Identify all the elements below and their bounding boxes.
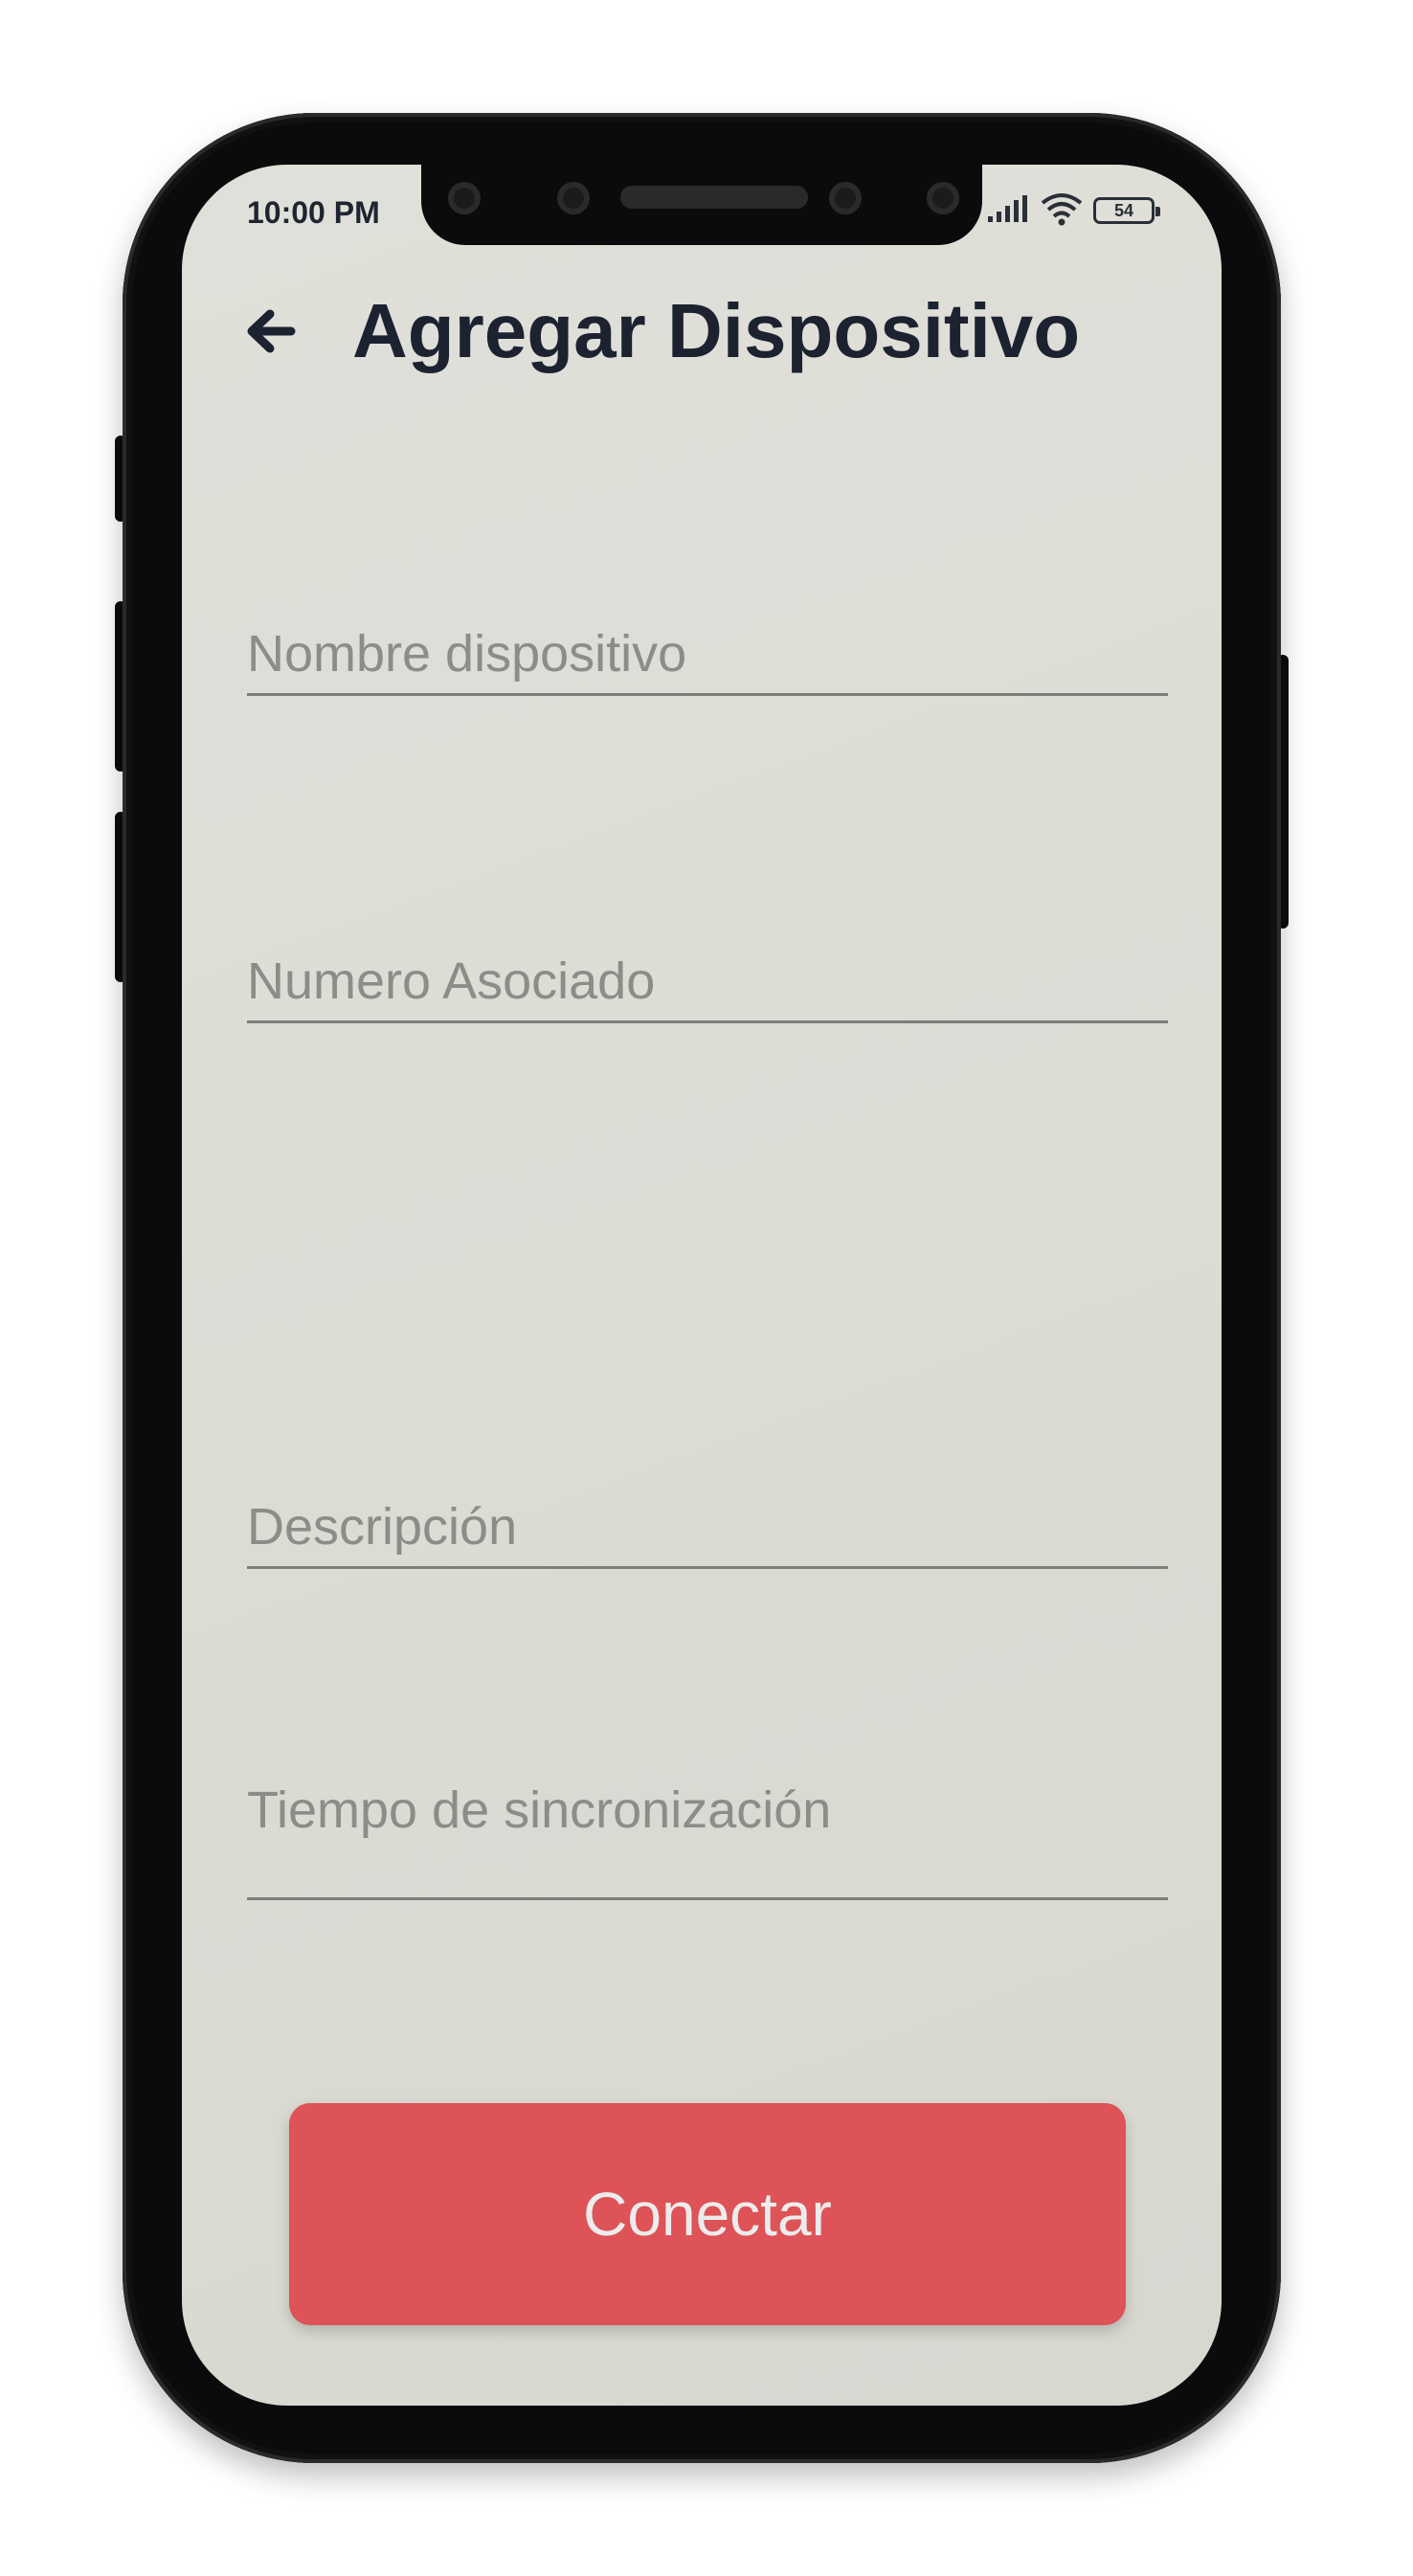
signal-icon (988, 195, 1027, 222)
arrow-left-icon (247, 309, 296, 353)
device-name-input[interactable] (247, 624, 1168, 696)
device-name-field-container (247, 624, 1168, 696)
earpiece-speaker (620, 186, 808, 209)
sync-time-input[interactable] (247, 1781, 1168, 1900)
wifi-icon (1041, 193, 1083, 226)
associated-number-input[interactable] (247, 952, 1168, 1023)
app-screen: 10:00 PM 54 Agregar Dispositivo Nombre d… (182, 165, 1222, 2406)
proximity-sensor-icon (829, 182, 862, 214)
description-input[interactable] (247, 1497, 1168, 1569)
sync-time-field-container (247, 1781, 1168, 1900)
notch (421, 165, 982, 245)
description-field-container (247, 1497, 1168, 1569)
ambient-sensor-icon (927, 182, 959, 214)
connect-button[interactable]: Conectar (289, 2103, 1126, 2325)
associated-number-field-container (247, 952, 1168, 1023)
front-camera-icon (448, 182, 481, 214)
battery-icon: 54 (1093, 197, 1160, 224)
status-time: 10:00 PM (247, 195, 380, 230)
status-icons: 54 (986, 191, 1178, 230)
device-mockup: 10:00 PM 54 Agregar Dispositivo Nombre d… (0, 0, 1413, 2576)
page-title: Agregar Dispositivo (352, 288, 1081, 373)
back-button[interactable] (241, 297, 299, 366)
sensor-icon (557, 182, 590, 214)
